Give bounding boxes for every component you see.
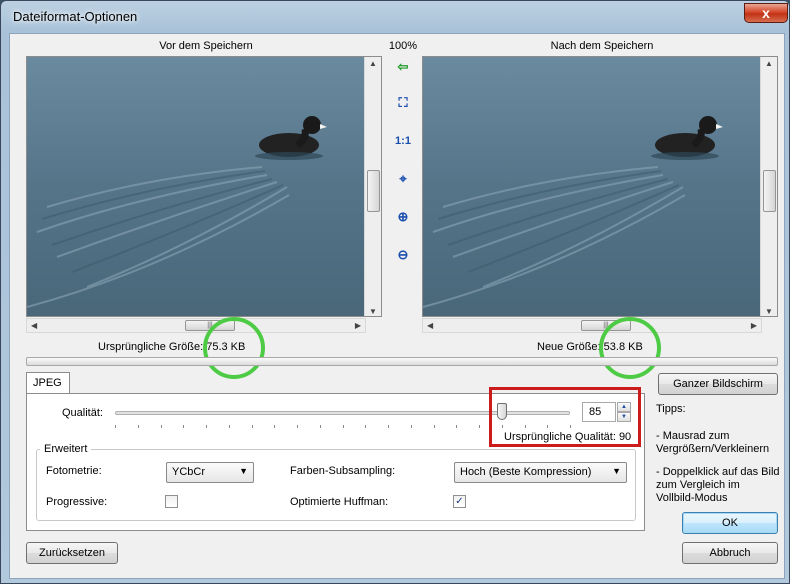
slider-tick <box>410 425 412 428</box>
tips-title: Tipps: <box>656 403 686 415</box>
tip-mousewheel: - Mausrad zum Vergrößern/Verkleinern <box>656 430 770 455</box>
close-button[interactable]: x <box>744 3 788 23</box>
actual-size-icon[interactable]: 1:1 <box>392 130 414 152</box>
slider-tick <box>183 425 185 428</box>
slider-tick <box>388 425 389 428</box>
arrow-left-icon[interactable]: ⇦ <box>392 56 414 78</box>
vertical-scroll-thumb[interactable] <box>763 170 776 212</box>
original-size-caption: Ursprüngliche Größe: <box>98 341 204 353</box>
after-horizontal-scrollbar[interactable]: ◀ ||| ▶ <box>422 318 762 333</box>
zoom-in-icon[interactable]: ⊕ <box>392 206 414 228</box>
photometry-selected-value: YCbCr <box>172 466 206 478</box>
photometry-label: Fotometrie: <box>46 465 102 477</box>
subsampling-label: Farben-Subsampling: <box>290 465 396 477</box>
slider-tick <box>228 425 230 428</box>
window-title: Dateiformat-Optionen <box>13 9 138 24</box>
after-vertical-scrollbar[interactable]: ▲ ▼ <box>760 57 777 316</box>
ok-button[interactable]: OK <box>682 512 778 534</box>
chevron-down-icon: ▼ <box>239 466 248 476</box>
dialog-window: Dateiformat-Optionen x Vor dem Speichern… <box>0 0 790 584</box>
title-bar[interactable]: Dateiformat-Optionen x <box>1 1 789 33</box>
progressive-label: Progressive: <box>46 496 108 508</box>
progressive-checkbox[interactable] <box>165 495 178 508</box>
slider-tick <box>206 425 207 428</box>
scroll-right-icon[interactable]: ▶ <box>355 321 361 330</box>
tip-doubleclick: - Doppelklick auf das Bild zum Vergleich… <box>656 466 780 504</box>
advanced-groupbox <box>36 449 636 521</box>
zoom-out-icon[interactable]: ⊖ <box>392 244 414 266</box>
huffman-label: Optimierte Huffman: <box>290 496 389 508</box>
zoom-level: 100% <box>388 40 418 52</box>
fullscreen-button[interactable]: Ganzer Bildschirm <box>658 373 778 395</box>
slider-tick <box>137 425 139 428</box>
slider-tick <box>342 425 344 428</box>
photometry-select[interactable]: YCbCr ▼ <box>166 462 254 483</box>
tab-jpeg[interactable]: JPEG <box>26 372 70 394</box>
cancel-button[interactable]: Abbruch <box>682 542 778 564</box>
slider-tick <box>115 425 116 428</box>
highlight-circle-new-size <box>599 317 661 379</box>
scroll-right-icon[interactable]: ▶ <box>751 321 757 330</box>
vertical-scroll-thumb[interactable] <box>367 170 380 212</box>
before-horizontal-scrollbar[interactable]: ◀ ||| ▶ <box>26 318 366 333</box>
subsampling-select[interactable]: Hoch (Beste Kompression) ▼ <box>454 462 627 483</box>
scroll-down-icon[interactable]: ▼ <box>369 307 377 316</box>
scroll-left-icon[interactable]: ◀ <box>427 321 433 330</box>
highlight-box-quality <box>489 387 641 447</box>
slider-tick <box>365 425 367 428</box>
slider-tick <box>319 425 321 428</box>
slider-tick <box>274 425 276 428</box>
advanced-group-title: Erweitert <box>40 443 92 455</box>
slider-tick <box>251 425 253 428</box>
fit-to-window-icon[interactable]: ⛶ <box>392 92 414 114</box>
subsampling-selected-value: Hoch (Beste Kompression) <box>460 466 592 478</box>
chevron-down-icon: ▼ <box>612 466 621 476</box>
highlight-circle-original-size <box>203 317 265 379</box>
scroll-down-icon[interactable]: ▼ <box>765 307 773 316</box>
scroll-up-icon[interactable]: ▲ <box>765 59 773 68</box>
new-size-caption: Neue Größe: <box>537 341 601 353</box>
scroll-up-icon[interactable]: ▲ <box>369 59 377 68</box>
before-pane-title: Vor dem Speichern <box>159 40 253 52</box>
scroll-left-icon[interactable]: ◀ <box>31 321 37 330</box>
progress-separator <box>26 357 778 366</box>
before-preview-image[interactable]: ▲ ▼ <box>26 56 382 317</box>
duck-photo-after <box>423 57 763 316</box>
after-pane-title: Nach dem Speichern <box>550 40 654 52</box>
after-preview-image[interactable]: ▲ ▼ <box>422 56 778 317</box>
slider-tick <box>297 425 298 428</box>
dialog-client: Vor dem Speichern 100% Nach dem Speicher… <box>9 33 785 579</box>
before-vertical-scrollbar[interactable]: ▲ ▼ <box>364 57 381 316</box>
slider-tick <box>456 425 458 428</box>
duck-photo-before <box>27 57 367 316</box>
reset-button[interactable]: Zurücksetzen <box>26 542 118 564</box>
slider-tick <box>160 425 162 428</box>
slider-tick <box>433 425 435 428</box>
center-icon[interactable]: ⌖ <box>392 168 414 190</box>
quality-label: Qualität: <box>62 407 103 419</box>
slider-tick <box>479 425 480 428</box>
huffman-checkbox[interactable]: ✓ <box>453 495 466 508</box>
